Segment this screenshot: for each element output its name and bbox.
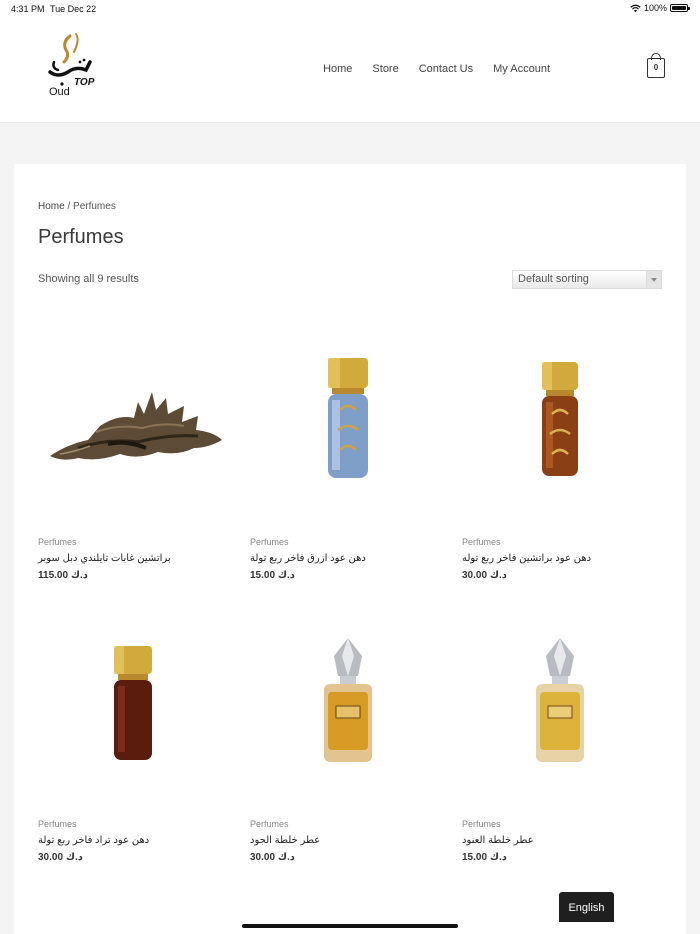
product-category[interactable]: Perfumes [250,537,289,547]
wifi-icon [630,4,641,12]
product-price: 30.00 د.ك [250,852,295,863]
nav-home[interactable]: Home [323,63,352,75]
sort-select[interactable]: Default sorting [512,270,662,289]
product-image-amber-oil[interactable] [462,344,652,519]
product-card[interactable]: Perfumes دهن عود براتشين فاخر ربع توله 3… [462,344,652,594]
product-image-blue-oil[interactable] [250,344,440,519]
product-name[interactable]: براتشين غابات تايلندي دبل سوبر [38,553,171,564]
product-card[interactable]: Perfumes دهن عود ازرق فاخر ربع تولة 15.0… [250,344,440,594]
product-card[interactable]: Perfumes براتشين غابات تايلندي دبل سوبر … [38,344,228,594]
battery-percent: 100% [643,3,667,13]
product-category[interactable]: Perfumes [462,537,501,547]
site-header: TOP Oud Home Store Contact Us My Account… [0,18,700,123]
product-card[interactable]: Perfumes دهن عود تراد فاخر ربع تولة 30.0… [38,626,228,876]
product-card[interactable]: Perfumes عطر خلطة الجود 30.00 د.ك [250,626,440,876]
breadcrumb-home-link[interactable]: Home [38,201,65,212]
logo-top-text: TOP [74,77,95,88]
product-image-perfume-anood[interactable] [462,626,652,801]
product-name[interactable]: دهن عود تراد فاخر ربع تولة [38,835,149,846]
product-category[interactable]: Perfumes [38,537,77,547]
main-nav: Home Store Contact Us My Account [323,63,550,75]
result-count: Showing all 9 results [38,273,139,285]
product-category[interactable]: Perfumes [38,819,77,829]
shop-content: Home / Perfumes Perfumes Showing all 9 r… [14,164,686,934]
status-date: Tue Dec 22 [50,4,97,14]
product-category[interactable]: Perfumes [250,819,289,829]
product-price: 15.00 د.ك [462,852,507,863]
nav-store[interactable]: Store [372,63,398,75]
product-name[interactable]: دهن عود براتشين فاخر ربع توله [462,553,591,564]
breadcrumb-current: Perfumes [73,201,116,212]
product-image-dark-oil[interactable] [38,626,228,801]
product-category[interactable]: Perfumes [462,819,501,829]
status-right: 100% [630,3,690,13]
language-switcher[interactable]: English [559,892,614,922]
breadcrumb-separator: / [64,201,74,212]
breadcrumb: Home / Perfumes [38,201,116,212]
home-indicator[interactable] [242,924,458,928]
status-bar: 4:31 PM Tue Dec 22 100% [0,0,700,18]
cart-icon[interactable]: 0 [647,53,665,78]
product-price: 30.00 د.ك [462,570,507,581]
product-price: 115.00 د.ك [38,570,88,581]
nav-my-account[interactable]: My Account [493,63,550,75]
product-price: 30.00 د.ك [38,852,83,863]
status-time: 4:31 PM [11,4,45,14]
battery-icon [670,4,690,12]
product-name[interactable]: عطر خلطة العنود [462,835,534,846]
chevron-down-icon [646,271,661,288]
logo-oud-text: Oud [49,86,70,98]
nav-contact-us[interactable]: Contact Us [419,63,473,75]
product-name[interactable]: دهن عود ازرق فاخر ربع تولة [250,553,366,564]
product-name[interactable]: عطر خلطة الجود [250,835,320,846]
top-oud-logo[interactable]: TOP Oud [40,32,102,104]
product-card[interactable]: Perfumes عطر خلطة العنود 15.00 د.ك [462,626,652,876]
page-title: Perfumes [38,226,124,248]
sort-selected-value: Default sorting [518,273,589,285]
product-image-agarwood[interactable] [38,344,228,519]
cart-count: 0 [653,63,659,72]
product-price: 15.00 د.ك [250,570,295,581]
product-image-perfume-jood[interactable] [250,626,440,801]
